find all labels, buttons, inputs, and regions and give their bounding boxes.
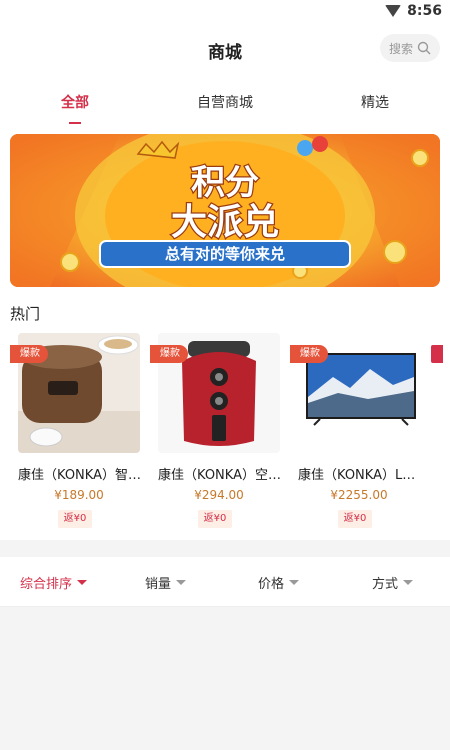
status-bar: 8:56 xyxy=(0,0,450,24)
product-card[interactable]: 爆款 康佳（KONKA）LED电视 ¥2255.00 返¥0 xyxy=(290,331,423,531)
product-card[interactable]: 爆款 康佳（KONKA）空气炸锅 ¥294.00 返¥0 xyxy=(150,331,283,531)
banner-headline-2: 大派兑 xyxy=(171,202,279,243)
product-rebate: 返¥0 xyxy=(58,510,92,528)
sort-bar: 综合排序 销量 价格 方式 xyxy=(0,557,450,607)
tab-featured[interactable]: 精选 xyxy=(355,92,395,112)
chevron-down-icon xyxy=(289,580,300,585)
sort-label: 综合排序 xyxy=(20,577,73,592)
search-button[interactable]: 搜索 xyxy=(380,34,440,62)
sort-method[interactable]: 方式 xyxy=(372,573,414,592)
product-rebate: 返¥0 xyxy=(338,510,372,528)
tab-label: 自营商城 xyxy=(197,95,253,111)
category-tabs: 全部 自营商城 精选 xyxy=(0,90,450,126)
sort-label: 方式 xyxy=(372,577,399,592)
sort-comprehensive[interactable]: 综合排序 xyxy=(20,573,88,592)
product-card[interactable]: 爆款 康佳（KONKA）智能电饭煲 ¥189.00 返¥0 xyxy=(10,331,143,531)
hot-section-title: 热门 xyxy=(10,305,41,323)
next-card-peek xyxy=(431,345,443,363)
product-name: 康佳（KONKA）空气炸锅 xyxy=(158,468,283,483)
banner-headline-1: 积分 xyxy=(191,163,259,203)
tab-label: 全部 xyxy=(61,95,89,111)
product-name: 康佳（KONKA）智能电饭煲 xyxy=(18,468,143,483)
hot-badge: 爆款 xyxy=(150,345,188,363)
tab-label: 精选 xyxy=(361,95,389,111)
page-top: 8:56 商城 搜索 全部 自营商城 精选 积分 大派兑 总有对的等你来兑 热门… xyxy=(0,0,450,540)
search-placeholder: 搜索 xyxy=(388,41,413,56)
promo-banner[interactable]: 积分 大派兑 总有对的等你来兑 xyxy=(10,134,440,287)
hot-products-carousel[interactable]: 爆款 康佳（KONKA）智能电饭煲 ¥189.00 返¥0 爆款 康佳 xyxy=(10,331,450,531)
chevron-down-icon xyxy=(77,580,88,585)
wifi-icon xyxy=(385,5,402,17)
sort-sales[interactable]: 销量 xyxy=(145,573,187,592)
product-price: ¥294.00 xyxy=(194,488,244,502)
product-list-area xyxy=(0,608,450,750)
hot-badge: 爆款 xyxy=(290,345,328,363)
product-price: ¥189.00 xyxy=(54,488,104,502)
hot-badge: 爆款 xyxy=(10,345,48,363)
sort-label: 销量 xyxy=(145,577,172,592)
chevron-down-icon xyxy=(403,580,414,585)
product-price: ¥2255.00 xyxy=(330,488,388,502)
tab-active-indicator xyxy=(69,122,81,124)
product-rebate: 返¥0 xyxy=(198,510,232,528)
sort-label: 价格 xyxy=(258,577,285,592)
sort-price[interactable]: 价格 xyxy=(258,573,300,592)
banner-illustration: 积分 大派兑 总有对的等你来兑 xyxy=(10,134,440,287)
chevron-down-icon xyxy=(176,580,187,585)
tab-self-operated[interactable]: 自营商城 xyxy=(190,92,260,112)
product-name: 康佳（KONKA）LED电视 xyxy=(298,468,423,483)
status-time: 8:56 xyxy=(407,3,442,19)
banner-slogan: 总有对的等你来兑 xyxy=(165,245,285,263)
tab-all[interactable]: 全部 xyxy=(55,92,95,124)
search-icon xyxy=(417,41,431,55)
